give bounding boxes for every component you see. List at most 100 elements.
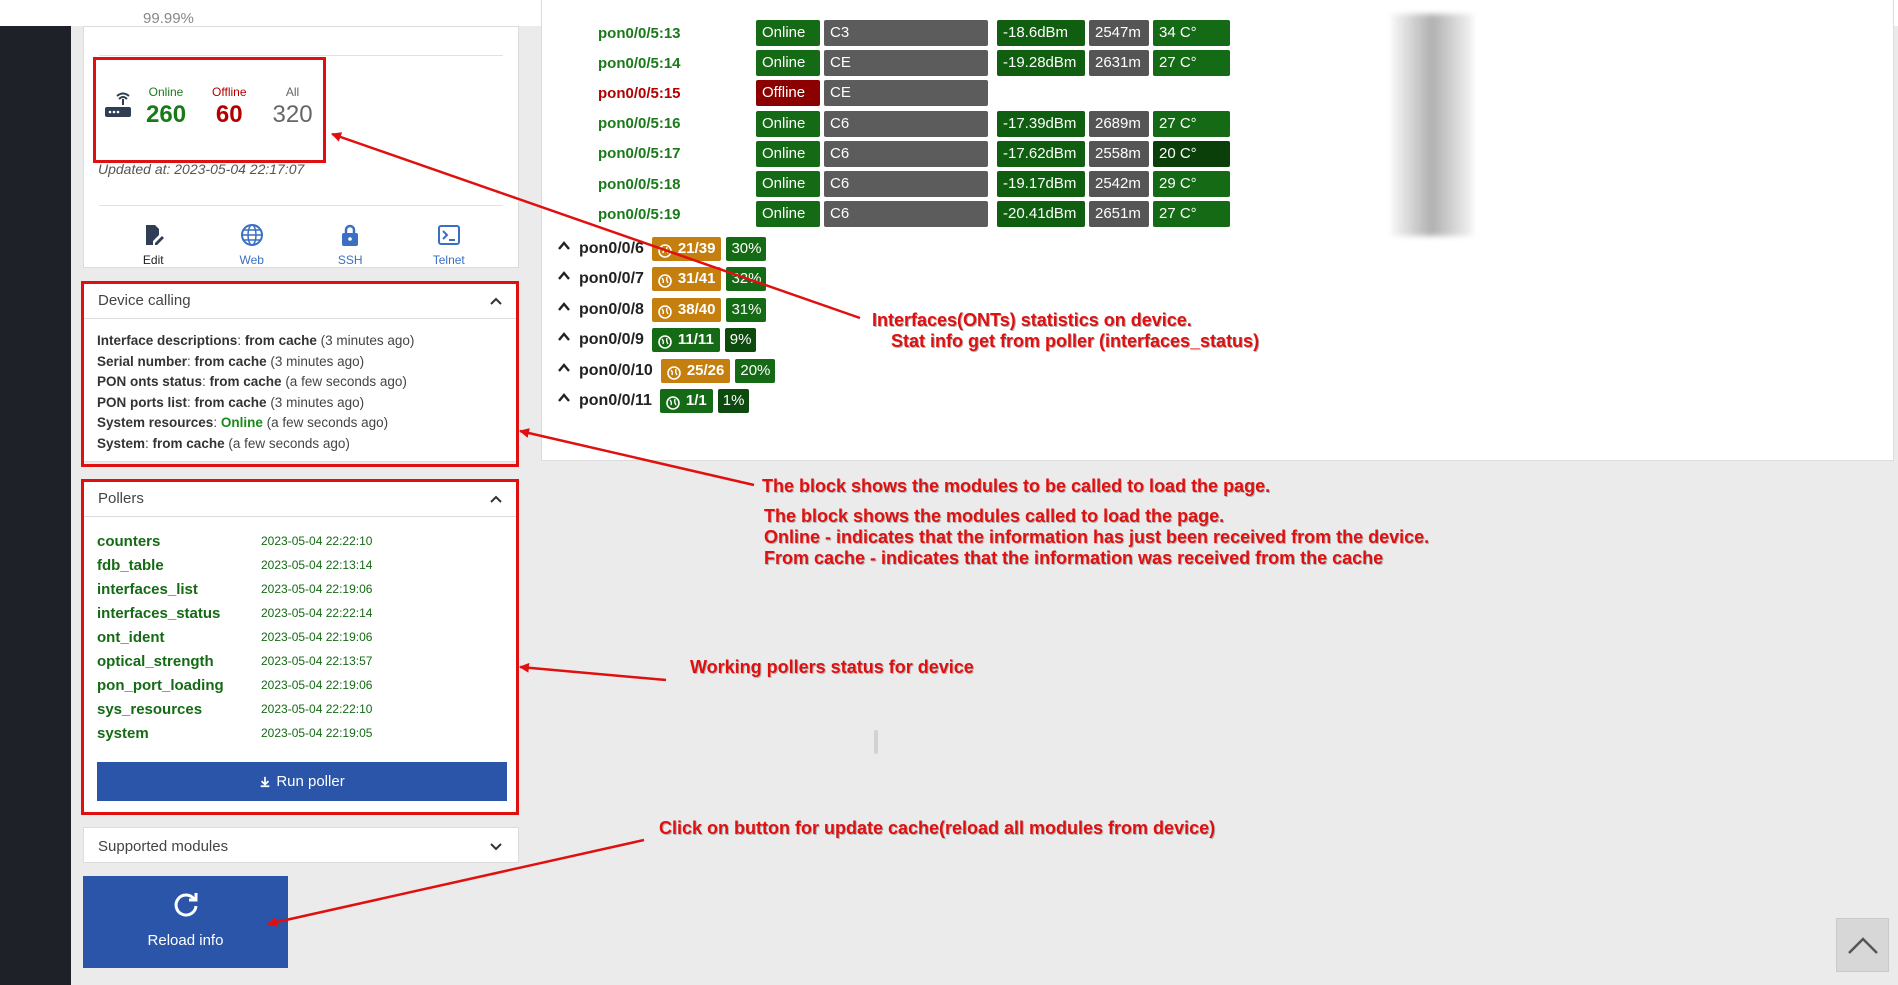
ont-name[interactable]: pon0/0/5:19	[598, 206, 756, 223]
pon-port-row[interactable]: pon0/0/9 11/11 9%	[557, 327, 757, 353]
pon-port-ont-count: 21/39	[651, 237, 722, 261]
annotation-pollers: Working pollers status for device	[690, 657, 974, 677]
supported-modules-title: Supported modules	[98, 837, 229, 855]
ont-distance: 2558m	[1089, 140, 1149, 167]
cut-off-value: 99.99%	[143, 10, 194, 27]
annotation-box-pollers	[81, 479, 519, 815]
globe-icon	[240, 224, 263, 246]
ont-serial: CE	[824, 80, 988, 107]
left-sidebar	[0, 0, 71, 985]
pon-port-row[interactable]: pon0/0/8 38/40 31%	[557, 297, 767, 323]
supported-modules-card: Supported modules	[83, 827, 519, 863]
chevron-up-icon[interactable]	[557, 391, 579, 411]
pon-port-row[interactable]: pon0/0/7 31/41 32%	[557, 266, 767, 292]
ssh-action[interactable]: SSH	[310, 223, 390, 267]
chevron-up-icon[interactable]	[557, 361, 579, 381]
ont-serial: CE	[824, 50, 988, 77]
ont-serial: C6	[824, 171, 988, 197]
pon-port-name[interactable]: pon0/0/10	[579, 362, 653, 380]
ont-name[interactable]: pon0/0/5:14	[598, 55, 756, 72]
chevron-up-icon[interactable]	[557, 269, 579, 289]
telnet-action[interactable]: Telnet	[409, 223, 489, 267]
ont-count-text: 38/40	[677, 300, 716, 318]
resize-grip[interactable]	[872, 730, 880, 754]
ont-row: pon0/0/5:18 Online C6 -19.17dBm 2542m 29 C°	[598, 171, 1234, 197]
pon-port-name[interactable]: pon0/0/6	[579, 240, 644, 258]
pon-port-name[interactable]: pon0/0/11	[579, 392, 652, 410]
annotation-modules: The block shows the modules to be called…	[762, 476, 1271, 496]
ont-temperature: 27 C°	[1153, 201, 1230, 228]
annotation-box-calling	[81, 281, 519, 467]
ont-distance: 2689m	[1089, 110, 1149, 137]
globe-icon	[658, 242, 672, 258]
divider	[99, 205, 503, 206]
supported-modules-header[interactable]: Supported modules	[84, 828, 518, 864]
ont-row: pon0/0/5:19 Online C6 -20.41dBm 2651m 27 C°	[598, 201, 1234, 228]
ont-status-badge: Online	[756, 201, 820, 228]
ont-name[interactable]: pon0/0/5:18	[598, 176, 756, 193]
chevron-up-icon[interactable]	[557, 239, 579, 259]
pon-port-row[interactable]: pon0/0/10 25/26 20%	[557, 358, 776, 384]
ont-row: pon0/0/5:16 Online C6 -17.39dBm 2689m 27 C°	[598, 110, 1234, 137]
globe-icon	[667, 364, 681, 380]
pon-port-load: 9%	[724, 328, 757, 353]
ont-status-badge: Online	[756, 20, 820, 46]
ont-row: pon0/0/5:13 Online C3 -18.6dBm 2547m 34 C°	[598, 20, 1234, 46]
ont-signal: -19.17dBm	[997, 171, 1085, 197]
chevron-up-icon[interactable]	[557, 300, 579, 320]
pon-port-name[interactable]: pon0/0/7	[579, 270, 644, 288]
chevron-up-icon[interactable]	[557, 330, 579, 350]
edit-label: Edit	[142, 253, 164, 267]
ont-distance: 2547m	[1089, 20, 1149, 46]
chevron-down-icon[interactable]	[488, 838, 504, 854]
ont-serial: C3	[824, 20, 988, 46]
ont-name[interactable]: pon0/0/5:16	[598, 115, 756, 132]
pon-port-ont-count: 31/41	[651, 267, 722, 292]
arrow-to-pollers	[519, 662, 667, 682]
annotation-line: Interfaces(ONTs) statistics on device.	[872, 310, 1192, 330]
globe-icon	[666, 394, 680, 410]
ont-name[interactable]: pon0/0/5:15	[598, 85, 756, 102]
ont-serial: C6	[824, 110, 988, 137]
edit-action[interactable]: Edit	[113, 223, 193, 267]
ont-signal: -19.28dBm	[997, 50, 1085, 77]
pon-port-load: 30%	[726, 237, 767, 261]
telnet-label: Telnet	[432, 253, 465, 267]
terminal-icon	[437, 225, 460, 245]
reload-info-button[interactable]: Reload info	[83, 876, 288, 968]
ont-distance: 2631m	[1089, 50, 1149, 77]
pon-port-ont-count: 11/11	[651, 328, 720, 353]
chevron-up-icon	[1848, 937, 1878, 954]
device-actions: Edit Web SSH Telnet	[84, 223, 518, 267]
ont-status-badge: Offline	[756, 80, 820, 107]
ont-name[interactable]: pon0/0/5:13	[598, 25, 756, 42]
ont-signal: -18.6dBm	[997, 20, 1085, 46]
pon-port-load: 20%	[735, 358, 776, 383]
globe-icon	[658, 272, 672, 289]
ont-signal: -17.39dBm	[997, 110, 1085, 137]
pon-port-ont-count: 1/1	[659, 389, 713, 413]
ont-row: pon0/0/5:14 Online CE -19.28dBm 2631m 27 C°	[598, 50, 1234, 77]
reload-icon	[174, 893, 197, 917]
web-action[interactable]: Web	[212, 223, 292, 267]
ont-serial: C6	[824, 140, 988, 167]
ont-name[interactable]: pon0/0/5:17	[598, 145, 756, 162]
pon-port-ont-count: 38/40	[651, 297, 722, 322]
pon-port-row[interactable]: pon0/0/11 1/1 1%	[557, 388, 750, 414]
ont-status-badge: Online	[756, 50, 820, 77]
serial-blur-overlay	[1391, 14, 1473, 236]
ont-status-badge: Online	[756, 140, 820, 167]
pon-port-row[interactable]: pon0/0/6 21/39 30%	[557, 236, 767, 262]
scroll-to-top-button[interactable]	[1836, 918, 1889, 972]
ont-temperature: 29 C°	[1153, 171, 1230, 197]
ont-distance: 2651m	[1089, 201, 1149, 228]
pon-port-name[interactable]: pon0/0/9	[579, 331, 644, 349]
ont-count-text: 25/26	[686, 361, 725, 379]
ont-temperature: 20 C°	[1153, 140, 1230, 167]
globe-icon	[658, 303, 672, 319]
updated-timestamp: Updated at: 2023-05-04 22:17:07	[98, 161, 305, 177]
ont-row: pon0/0/5:17 Online C6 -17.62dBm 2558m 20 C°	[598, 140, 1234, 167]
pon-port-load: 31%	[726, 297, 767, 322]
ont-count-text: 21/39	[677, 240, 716, 257]
pon-port-name[interactable]: pon0/0/8	[579, 301, 644, 319]
